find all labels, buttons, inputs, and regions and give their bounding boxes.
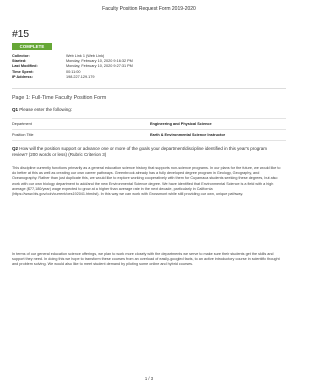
answer-row-position-title: Position Title Earth & Environmental Sci… <box>12 129 286 141</box>
answer-row-department: Department Engineering and Physical Scie… <box>12 118 286 129</box>
question-2: Q2 How will the position support or adva… <box>12 146 278 157</box>
page-section-title: Page 1: Full-Time Faculty Position Form <box>12 95 107 101</box>
response-metadata: Collector: Web Link 1 (Web Link) Started… <box>12 54 133 80</box>
document-header-title: Faculty Position Request Form 2019-2020 <box>102 6 196 12</box>
page-number: 1 / 3 <box>144 376 154 381</box>
question-number: Q1 <box>12 107 19 112</box>
question-1: Q1 Please enter the following: <box>12 107 72 112</box>
response-number: #15 <box>12 28 29 40</box>
answer-paragraph: In terms of our general education scienc… <box>12 252 280 267</box>
question-text: How will the position support or advance… <box>12 146 268 157</box>
question-number: Q2 <box>12 146 19 151</box>
answer-value: Engineering and Physical Science <box>150 122 212 126</box>
meta-label: IP Address: <box>12 74 33 79</box>
answer-label: Department <box>12 122 32 126</box>
answer-value: Earth & Environmental Science Instructor <box>150 133 226 137</box>
meta-row-ip-address: IP Address: 198.227.129.179 <box>12 75 133 80</box>
section-divider <box>12 88 286 89</box>
status-badge: COMPLETE <box>12 43 52 50</box>
question-1-answers: Department Engineering and Physical Scie… <box>12 118 286 141</box>
meta-value: 198.227.129.179 <box>66 74 95 79</box>
answer-paragraph: This discipline currently functions prim… <box>12 166 281 197</box>
question-text: Please enter the following: <box>19 107 73 112</box>
answer-label: Position Title <box>12 133 34 137</box>
